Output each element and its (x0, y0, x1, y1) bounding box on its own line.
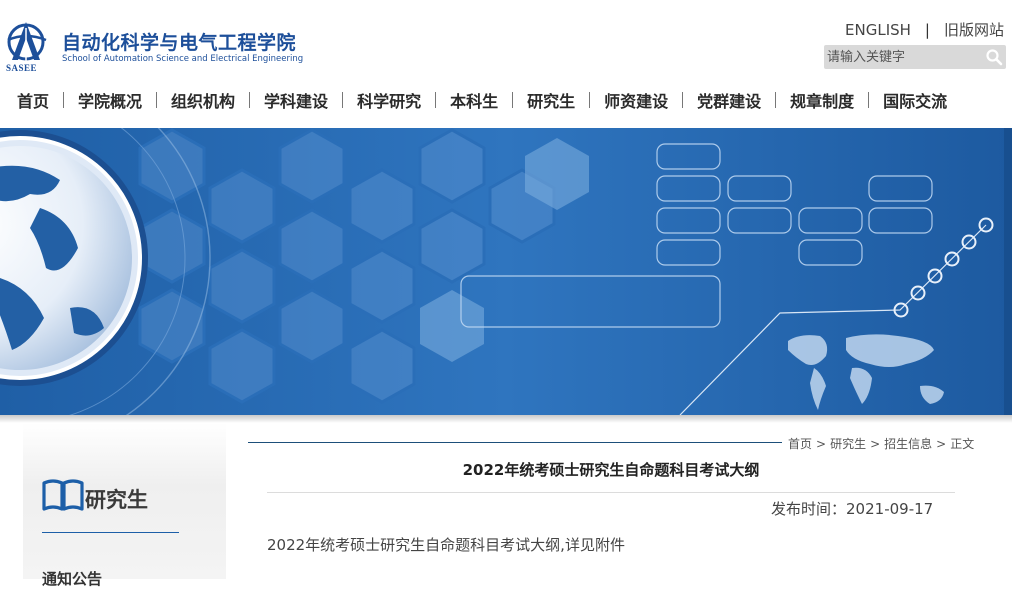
nav-item-regulations[interactable]: 规章制度 (790, 88, 854, 112)
nav-item-disciplines[interactable]: 学科建设 (264, 88, 328, 112)
nav-item-research[interactable]: 科学研究 (357, 88, 421, 112)
breadcrumb-graduate[interactable]: 研究生 (830, 437, 866, 451)
nav-divider (249, 92, 251, 108)
book-icon (42, 479, 84, 511)
nav-divider (682, 92, 684, 108)
nav-item-faculty[interactable]: 师资建设 (604, 88, 668, 112)
nav-item-home[interactable]: 首页 (17, 88, 49, 112)
search-button[interactable] (982, 45, 1006, 69)
sidebar-title-underline (42, 532, 179, 533)
breadcrumb-separator: > (936, 437, 947, 451)
search-input[interactable] (824, 45, 982, 69)
old-site-link[interactable]: 旧版网站 (944, 21, 1004, 39)
english-link[interactable]: ENGLISH (845, 21, 911, 39)
sidebar-title: 研究生 (85, 488, 148, 512)
top-links-separator: | (924, 21, 930, 39)
nav-item-about[interactable]: 学院概况 (78, 88, 142, 112)
breadcrumb-separator: > (870, 437, 881, 451)
nav-divider (589, 92, 591, 108)
logo-title-cn: 自动化科学与电气工程学院 (62, 32, 297, 54)
breadcrumb: 首页 > 研究生 > 招生信息 > 正文 (788, 435, 974, 452)
title-divider (267, 492, 955, 493)
hero-banner (0, 128, 1012, 415)
publish-date-value: 2021-09-17 (846, 500, 934, 518)
breadcrumb-admissions[interactable]: 招生信息 (884, 437, 932, 451)
search-box (824, 45, 1006, 69)
logo-title-en: School of Automation Science and Electri… (62, 54, 304, 64)
nav-divider (868, 92, 870, 108)
nav-divider (512, 92, 514, 108)
nav-divider (63, 92, 65, 108)
nav-divider (435, 92, 437, 108)
nav-item-party[interactable]: 党群建设 (697, 88, 761, 112)
site-header: SASEE 自动化科学与电气工程学院 School of Automation … (0, 0, 1012, 128)
breadcrumb-rule (248, 442, 782, 443)
publish-date: 发布时间：2021-09-17 (771, 498, 933, 519)
site-logo[interactable]: SASEE 自动化科学与电气工程学院 School of Automation … (4, 18, 314, 74)
nav-item-organization[interactable]: 组织机构 (171, 88, 235, 112)
breadcrumb-home[interactable]: 首页 (788, 437, 812, 451)
nav-item-graduate[interactable]: 研究生 (527, 88, 575, 112)
banner-graphic (0, 128, 1012, 415)
nav-divider (342, 92, 344, 108)
nav-divider (156, 92, 158, 108)
article-body: 2022年统考硕士研究生自命题科目考试大纲,详见附件 (267, 536, 625, 554)
top-links: ENGLISH | 旧版网站 (845, 19, 1004, 40)
nav-item-undergraduate[interactable]: 本科生 (450, 88, 498, 112)
nav-divider (775, 92, 777, 108)
article-title: 2022年统考硕士研究生自命题科目考试大纲 (462, 461, 760, 479)
logo-abbreviation: SASEE (6, 63, 38, 73)
nav-item-international[interactable]: 国际交流 (883, 88, 947, 112)
main-nav: 首页 学院概况 组织机构 学科建设 科学研究 本科生 研究生 师资建设 党群建设… (0, 84, 1012, 116)
breadcrumb-current: 正文 (950, 437, 975, 451)
search-icon (986, 49, 1003, 66)
publish-date-label: 发布时间： (771, 500, 847, 518)
banner-shadow (0, 415, 1012, 423)
breadcrumb-separator: > (816, 437, 827, 451)
